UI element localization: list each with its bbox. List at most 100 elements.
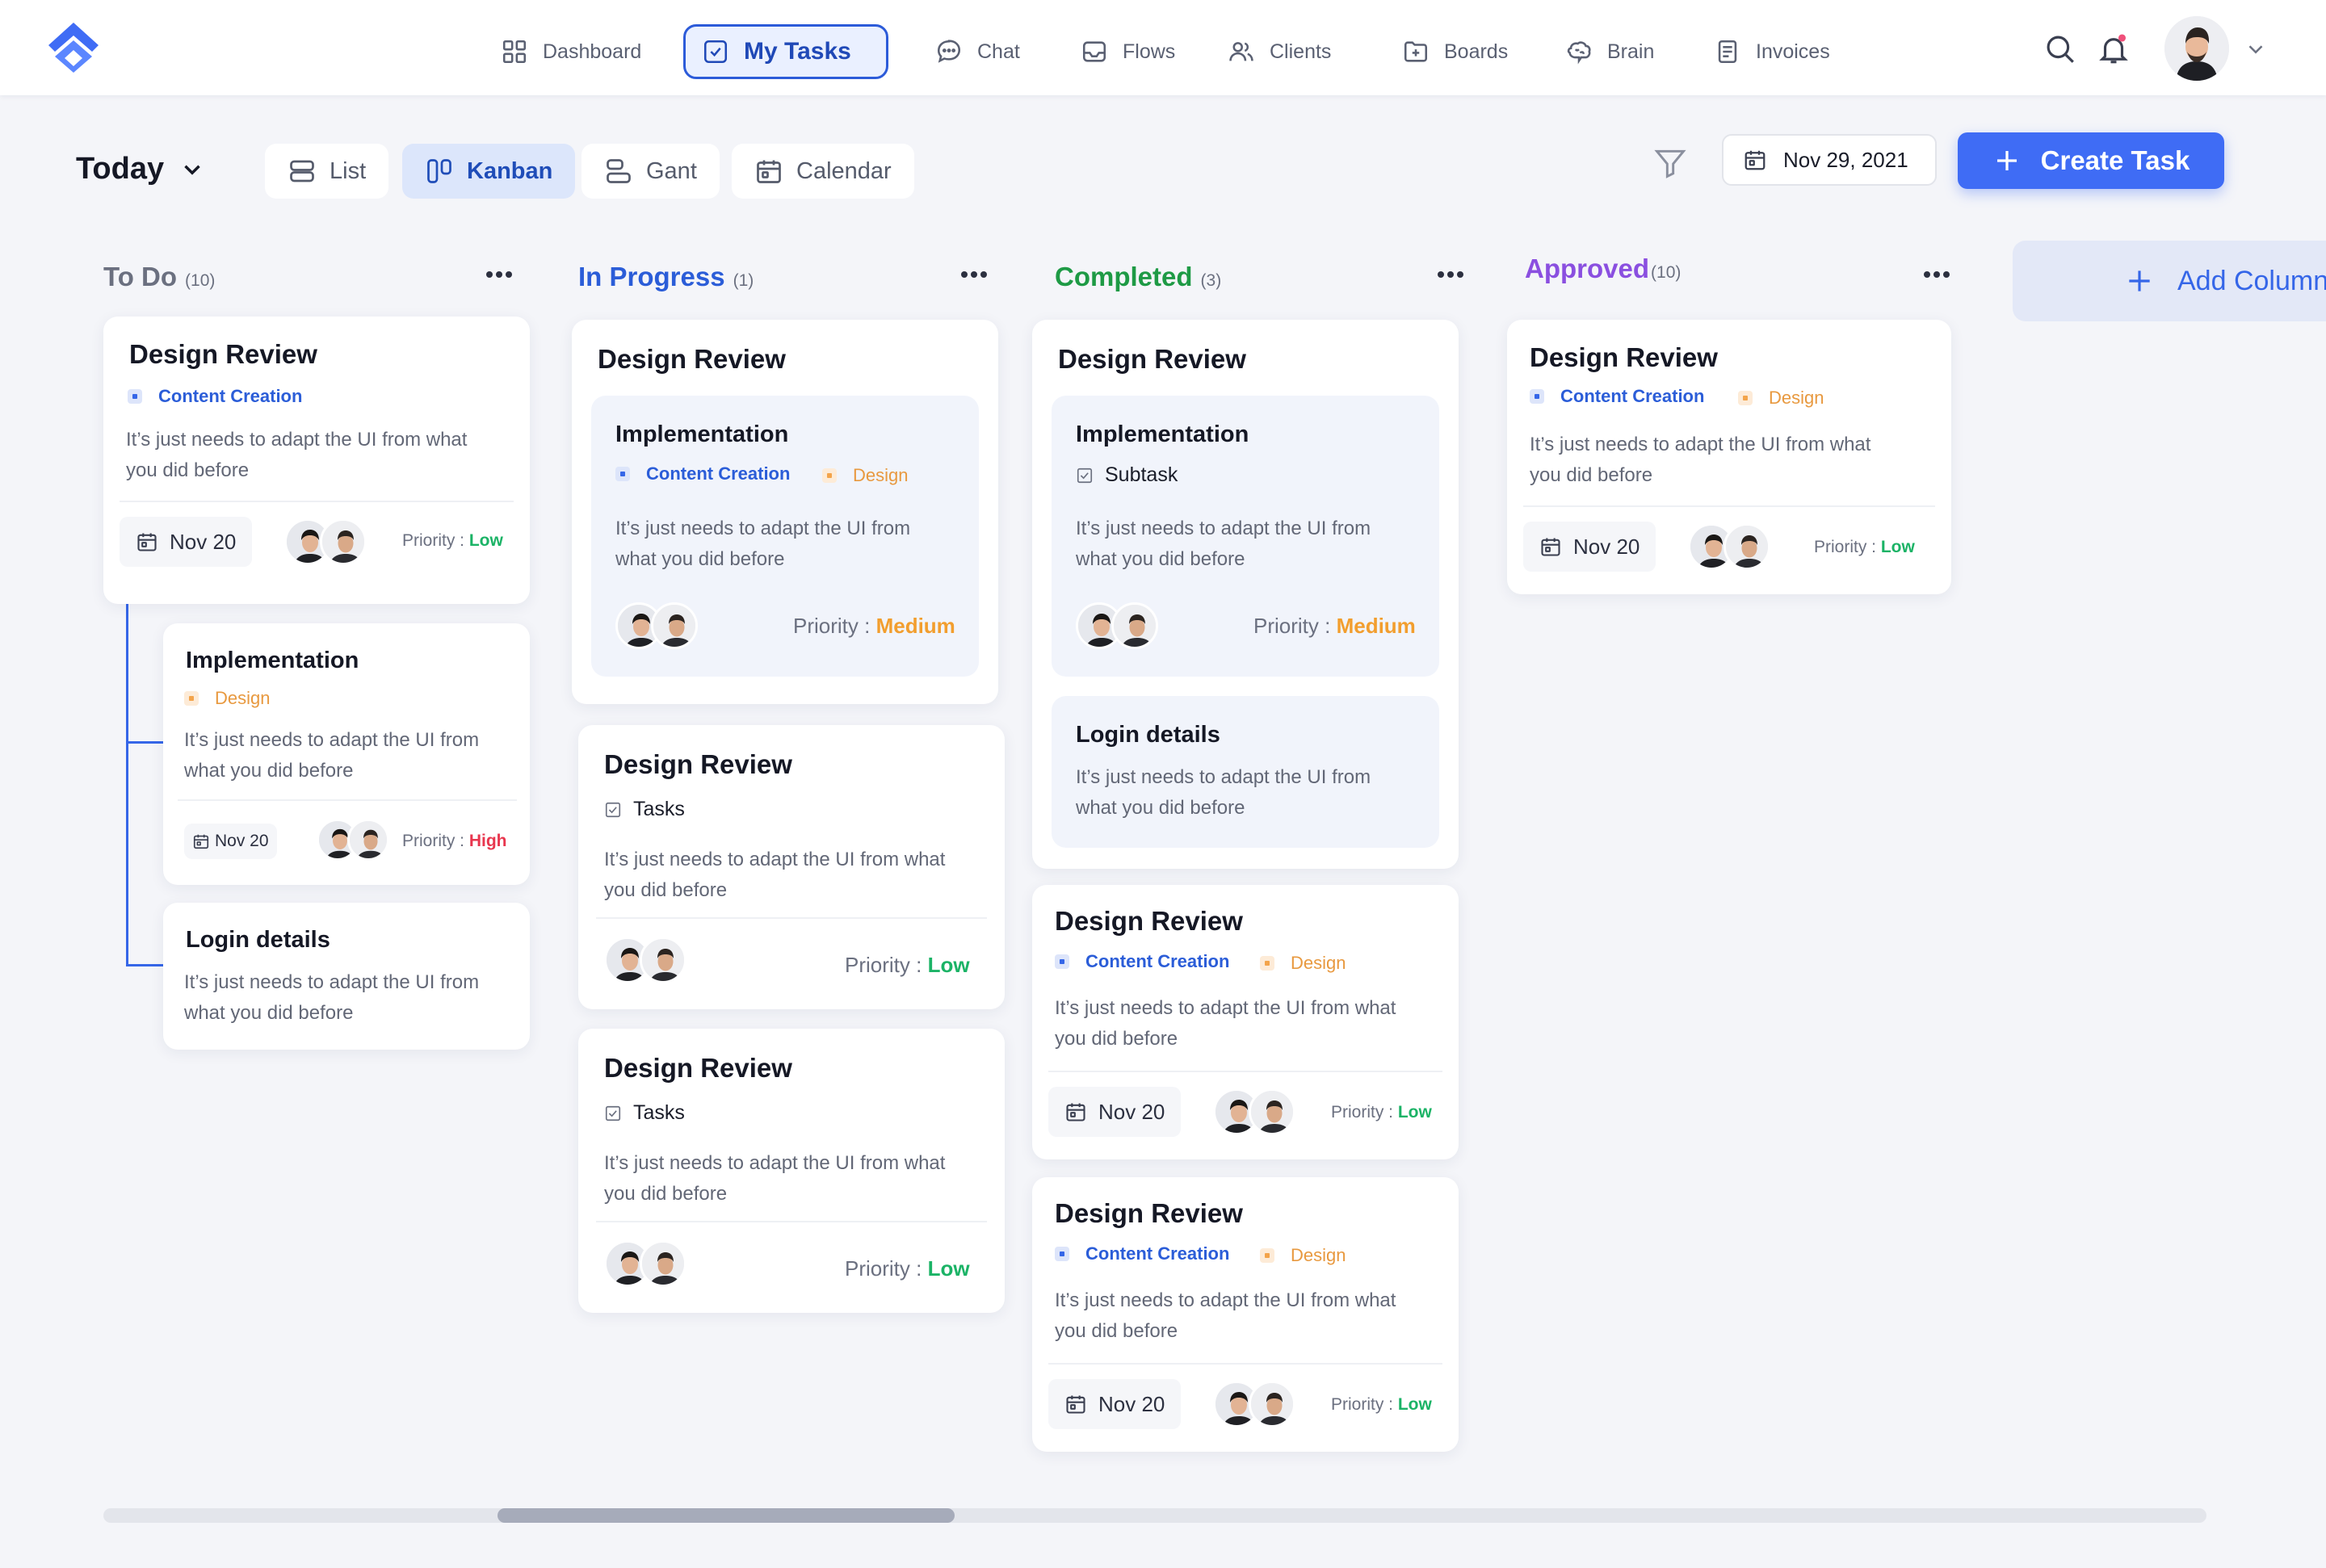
calendar-icon: [1066, 1395, 1085, 1414]
app-logo-icon[interactable]: [45, 19, 102, 76]
assignee-avatars[interactable]: [1213, 1088, 1295, 1135]
calendar-icon: [1541, 538, 1560, 556]
tag-design[interactable]: Design: [822, 465, 908, 486]
tag-design[interactable]: Design: [1738, 388, 1824, 409]
task-description-line: It’s just needs to adapt the UI from wha…: [1055, 997, 1396, 1019]
more-horizontal-icon[interactable]: [958, 266, 990, 283]
view-tab-list[interactable]: List: [265, 144, 389, 199]
task-card[interactable]: Design Review Content Creation It’s just…: [103, 317, 530, 604]
tag-dot: [184, 691, 199, 706]
task-description-line: you did before: [126, 459, 250, 481]
task-description-line: It’s just needs to adapt the UI from: [615, 518, 911, 539]
subtask-card[interactable]: Login details It’s just needs to adapt t…: [163, 903, 530, 1050]
tag-content-creation[interactable]: Content Creation: [1055, 1243, 1229, 1264]
nav-my-tasks[interactable]: My Tasks: [683, 24, 888, 79]
nav-chat[interactable]: Chat: [919, 24, 1036, 79]
nav-dashboard[interactable]: Dashboard: [485, 24, 657, 79]
search-icon[interactable]: [2043, 32, 2077, 66]
horizontal-scrollbar-thumb[interactable]: [498, 1508, 955, 1523]
task-card[interactable]: Design Review Content Creation Design It…: [1032, 885, 1459, 1159]
filter-icon[interactable]: [1652, 145, 1688, 181]
nav-flows[interactable]: Flows: [1064, 24, 1191, 79]
top-navigation: Dashboard My Tasks Chat Flows Clients Bo…: [0, 0, 2326, 95]
more-horizontal-icon[interactable]: [1921, 266, 1953, 283]
view-tab-kanban[interactable]: Kanban: [402, 144, 576, 199]
nav-invoices[interactable]: Invoices: [1698, 24, 1846, 79]
due-date[interactable]: Nov 20: [1048, 1087, 1182, 1137]
view-tab-calendar-label: Calendar: [796, 157, 892, 184]
tag-content-creation[interactable]: Content Creation: [1055, 951, 1229, 972]
user-avatar[interactable]: [2164, 16, 2229, 81]
assignee-avatars[interactable]: [1213, 1381, 1295, 1428]
nav-clients-label: Clients: [1270, 40, 1332, 63]
subtask-card[interactable]: Implementation Subtask It’s just needs t…: [1052, 396, 1439, 677]
task-title: Design Review: [129, 339, 317, 369]
subtask-indicator[interactable]: Tasks: [604, 1101, 685, 1125]
more-horizontal-icon[interactable]: [483, 266, 515, 283]
avatar: [320, 518, 367, 565]
priority: Priority : Medium: [793, 614, 955, 639]
tag-design[interactable]: Design: [184, 688, 270, 709]
nav-brain[interactable]: Brain: [1549, 24, 1670, 79]
due-date-label: Nov 20: [170, 529, 237, 554]
subtask-card[interactable]: Login details It’s just needs to adapt t…: [1052, 696, 1439, 848]
task-card[interactable]: Design Review Content Creation Design It…: [1507, 320, 1951, 594]
chevron-down-icon[interactable]: [2244, 37, 2268, 61]
assignee-avatars[interactable]: [604, 937, 686, 983]
task-description-line: what you did before: [615, 548, 785, 570]
task-card[interactable]: Design Review Implementation Content Cre…: [572, 320, 998, 704]
subtask-label: Subtask: [1105, 463, 1178, 486]
avatar: [1249, 1088, 1295, 1135]
subtask-indicator[interactable]: Tasks: [604, 798, 685, 821]
users-icon: [1229, 42, 1253, 61]
task-description: It’s just needs to adapt the UI from wha…: [604, 1148, 945, 1210]
date-picker[interactable]: Nov 29, 2021: [1722, 134, 1937, 186]
assignee-avatars[interactable]: [1688, 523, 1770, 570]
column-title: Approved: [1525, 254, 1650, 283]
today-selector[interactable]: Today: [76, 152, 206, 187]
due-date[interactable]: Nov 20: [1523, 522, 1656, 572]
create-task-button[interactable]: Create Task: [1958, 132, 2224, 189]
priority: Priority : Low: [1331, 1103, 1432, 1122]
tag-content-creation[interactable]: Content Creation: [615, 463, 790, 484]
nav-boards[interactable]: Boards: [1386, 24, 1524, 79]
add-column-button[interactable]: Add Column: [2013, 241, 2326, 321]
subtask-card[interactable]: Implementation Design It’s just needs to…: [163, 623, 530, 885]
view-tab-calendar[interactable]: Calendar: [732, 144, 914, 199]
assignee-avatars[interactable]: [604, 1240, 686, 1287]
user-avatar-image: [2164, 16, 2229, 81]
bell-icon[interactable]: [2097, 32, 2131, 66]
task-card[interactable]: Design Review Implementation Subtask It’…: [1032, 320, 1459, 869]
due-date[interactable]: Nov 20: [1048, 1379, 1182, 1429]
view-tab-gant[interactable]: Gant: [582, 144, 720, 199]
due-date[interactable]: Nov 20: [184, 824, 277, 859]
task-card[interactable]: Design Review Tasks It’s just needs to a…: [578, 725, 1005, 1009]
column-title: Completed: [1055, 262, 1193, 291]
assignee-avatars[interactable]: [317, 819, 389, 861]
horizontal-scrollbar-track[interactable]: [103, 1508, 2206, 1523]
subtask-card[interactable]: Implementation Content Creation Design I…: [591, 396, 979, 677]
assignee-avatars[interactable]: [1076, 602, 1158, 649]
tag-label: Content Creation: [646, 463, 791, 484]
view-tab-kanban-label: Kanban: [467, 157, 553, 184]
due-date[interactable]: Nov 20: [120, 517, 253, 567]
priority-value: Low: [1880, 538, 1915, 556]
more-horizontal-icon[interactable]: [1434, 266, 1467, 283]
tag-design[interactable]: Design: [1260, 1245, 1346, 1266]
view-tab-list-label: List: [330, 157, 367, 184]
task-description: It’s just needs to adapt the UI from wha…: [1530, 430, 1870, 491]
nav-clients[interactable]: Clients: [1211, 24, 1347, 79]
column-title: To Do: [103, 262, 178, 291]
tag-label: Design: [215, 688, 271, 708]
task-card[interactable]: Design Review Tasks It’s just needs to a…: [578, 1029, 1005, 1313]
tag-content-creation[interactable]: Content Creation: [1530, 386, 1704, 407]
tag-content-creation[interactable]: Content Creation: [128, 386, 302, 407]
task-title: Design Review: [598, 344, 786, 374]
priority-value: Low: [927, 953, 970, 977]
priority-label: Priority :: [1253, 614, 1337, 638]
task-card[interactable]: Design Review Content Creation Design It…: [1032, 1177, 1459, 1452]
assignee-avatars[interactable]: [284, 518, 367, 565]
tag-design[interactable]: Design: [1260, 953, 1346, 974]
assignee-avatars[interactable]: [615, 602, 698, 649]
subtask-indicator[interactable]: Subtask: [1076, 463, 1178, 487]
